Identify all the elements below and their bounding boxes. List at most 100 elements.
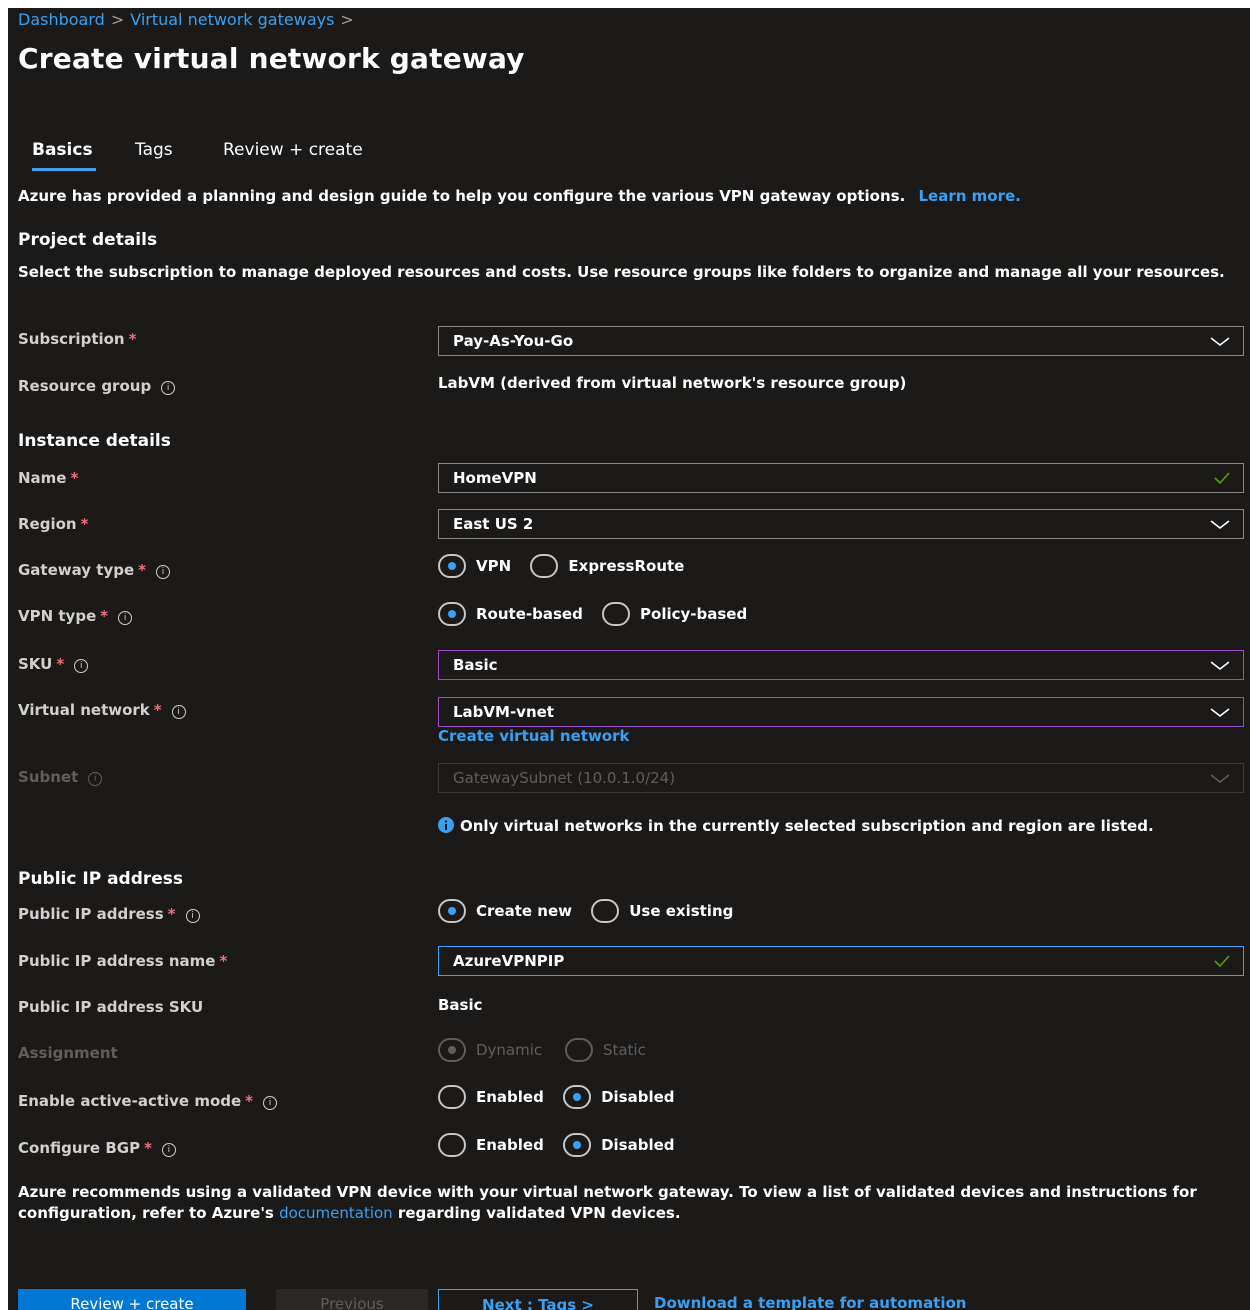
assignment-radio-group: Dynamic Static [438,1038,660,1062]
public-ip-option-create-new[interactable]: Create new [438,899,572,923]
subscription-dropdown[interactable]: Pay-As-You-Go [438,326,1244,356]
active-active-option-disabled[interactable]: Disabled [563,1085,675,1109]
public-ip-radio-group: Create new Use existing [438,899,747,923]
info-icon[interactable]: i [161,381,176,395]
subnet-label: Subnet i [18,768,103,786]
project-details-description: Select the subscription to manage deploy… [18,263,1225,281]
sku-value: Basic [453,656,498,674]
documentation-link[interactable]: documentation [279,1204,393,1222]
bgp-label-text: Configure BGP [18,1139,141,1157]
active-active-option-enabled[interactable]: Enabled [438,1085,544,1109]
gateway-type-option-vpn[interactable]: VPN [438,554,511,578]
assignment-option-dynamic: Dynamic [438,1038,542,1062]
region-dropdown[interactable]: East US 2 [438,509,1244,539]
option-label: Dynamic [476,1041,543,1059]
public-ip-name-input[interactable]: AzureVPNPIP [438,946,1244,976]
virtual-network-value: LabVM-vnet [453,703,554,721]
radio-unselected-icon[interactable] [591,899,620,923]
option-label: Enabled [476,1136,544,1154]
public-ip-option-use-existing[interactable]: Use existing [591,899,733,923]
project-details-heading: Project details [18,230,158,250]
name-label: Name * [18,469,78,487]
info-icon[interactable]: i [263,1096,278,1110]
info-icon[interactable]: i [156,565,171,579]
radio-selected-icon[interactable] [563,1085,592,1109]
chevron-down-icon [1210,708,1230,718]
create-gateway-blade: Dashboard > Virtual network gateways > Crea… [8,8,1250,1310]
option-label: Create new [476,902,572,920]
info-icon[interactable]: i [118,611,133,625]
info-icon[interactable]: i [74,659,89,673]
breadcrumb-dashboard[interactable]: Dashboard [18,10,105,29]
resource-group-value: LabVM (derived from virtual network's re… [438,374,907,392]
virtual-network-label: Virtual network * i [18,701,186,719]
info-icon[interactable]: i [185,909,200,923]
public-ip-label: Public IP address * i [18,905,200,923]
public-ip-name-value: AzureVPNPIP [453,952,565,970]
info-icon[interactable]: i [161,1143,176,1157]
info-icon[interactable]: i [171,705,186,719]
breadcrumb-separator: > [110,10,125,29]
tab-basics[interactable]: Basics [32,140,93,160]
subscription-label-text: Subscription [18,330,125,348]
required-marker: * [138,561,147,579]
tab-tags[interactable]: Tags [135,140,173,160]
name-input[interactable]: HomeVPN [438,463,1244,493]
radio-unselected-icon[interactable] [530,554,559,578]
checkmark-icon [1214,472,1230,485]
chevron-down-icon [1210,774,1230,784]
bgp-option-enabled[interactable]: Enabled [438,1133,544,1157]
required-marker: * [80,515,89,533]
radio-selected-icon[interactable] [438,554,466,578]
public-ip-name-label-text: Public IP address name [18,952,216,970]
assignment-label: Assignment [18,1044,118,1062]
public-ip-name-label: Public IP address name * [18,952,227,970]
breadcrumb: Dashboard > Virtual network gateways > [18,10,360,29]
bgp-option-disabled[interactable]: Disabled [563,1133,675,1157]
radio-unselected-icon[interactable] [438,1085,466,1109]
active-active-radio-group: Enabled Disabled [438,1085,689,1109]
required-marker: * [153,701,162,719]
virtual-network-dropdown[interactable]: LabVM-vnet [438,697,1244,727]
radio-selected-icon[interactable] [563,1133,592,1157]
download-template-link[interactable]: Download a template for automation [654,1294,966,1310]
vpn-type-option-policy-based[interactable]: Policy-based [602,602,747,626]
radio-unselected-icon[interactable] [438,1133,466,1157]
breadcrumb-separator: > [340,10,354,29]
option-label: Disabled [601,1088,675,1106]
option-label: ExpressRoute [568,557,685,575]
radio-selected-icon[interactable] [438,602,466,626]
sku-label-text: SKU [18,655,53,673]
assignment-option-static: Static [564,1038,646,1062]
vpn-type-option-route-based[interactable]: Route-based [438,602,583,626]
option-label: Policy-based [640,605,748,623]
subnet-note: Only virtual networks in the currently s… [438,816,1154,837]
chevron-down-icon [1210,520,1230,530]
subnet-note-text: Only virtual networks in the currently s… [460,817,1154,835]
previous-button[interactable]: Previous [276,1289,428,1310]
vpn-type-radio-group: Route-based Policy-based [438,602,761,626]
sku-dropdown[interactable]: Basic [438,650,1244,680]
info-icon[interactable]: i [88,772,103,786]
subscription-label: Subscription * [18,330,136,348]
active-active-label-text: Enable active-active mode [18,1092,242,1110]
learn-more-link[interactable]: Learn more. [919,187,1021,205]
gateway-type-option-expressroute[interactable]: ExpressRoute [530,554,684,578]
radio-selected-icon[interactable] [438,899,466,923]
option-label: Use existing [629,902,734,920]
breadcrumb-virtual-network-gateways[interactable]: Virtual network gateways [130,10,334,29]
gateway-type-label-text: Gateway type [18,561,135,579]
radio-unselected-icon[interactable] [602,602,631,626]
gateway-type-label: Gateway type * i [18,561,171,579]
review-create-button[interactable]: Review + create [18,1289,246,1310]
create-virtual-network-link[interactable]: Create virtual network [438,726,629,747]
subnet-dropdown: GatewaySubnet (10.0.1.0/24) [438,763,1244,793]
tab-review-create[interactable]: Review + create [223,140,363,160]
required-marker: * [56,655,65,673]
public-ip-label-text: Public IP address [18,905,164,923]
name-label-text: Name [18,469,67,487]
next-tags-button[interactable]: Next : Tags > [438,1289,638,1310]
region-value: East US 2 [453,515,534,533]
checkmark-icon [1214,955,1230,968]
option-label: VPN [476,557,512,575]
